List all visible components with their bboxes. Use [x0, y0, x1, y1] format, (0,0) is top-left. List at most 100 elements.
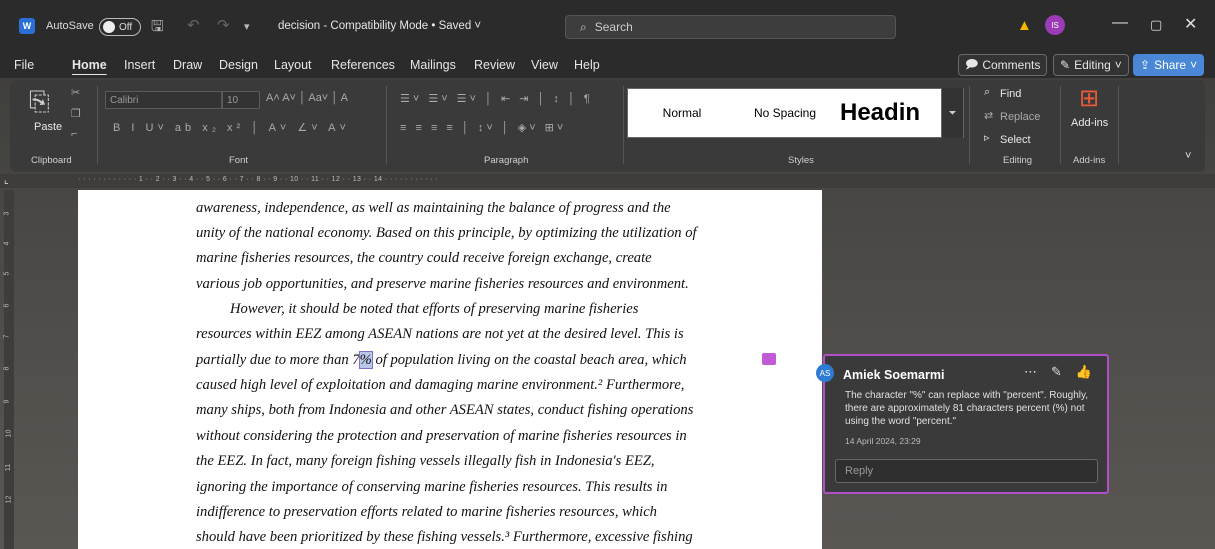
- text-after-highlight: of population living on the coastal beac…: [371, 352, 687, 368]
- menu-help[interactable]: Help: [574, 58, 600, 72]
- editing-mode-button[interactable]: ✎ Editing ˅: [1053, 54, 1129, 76]
- doc-line[interactable]: awareness, independence, as well as main…: [196, 200, 716, 217]
- ruler-scale[interactable]: · · · · · · · · · · · · 1 · · 2 · · 3 · …: [78, 176, 823, 186]
- font-name-value: Calibri: [110, 94, 139, 106]
- collapse-ribbon-icon[interactable]: ˅: [1185, 150, 1191, 162]
- doc-line[interactable]: indifference to preservation efforts rel…: [196, 504, 716, 521]
- like-icon[interactable]: 👍: [1076, 364, 1092, 380]
- vruler-mark: 5: [3, 271, 11, 276]
- editing-label: Editing: [1074, 58, 1111, 72]
- paste-icon[interactable]: ⎘: [29, 86, 50, 118]
- document-title[interactable]: decision - Compatibility Mode • Saved ˅: [278, 20, 481, 32]
- addins-icon[interactable]: ⊞: [1079, 84, 1099, 113]
- vruler-mark: 6: [3, 303, 11, 308]
- word-logo-icon: W: [19, 18, 35, 34]
- paste-label[interactable]: Paste: [34, 121, 62, 133]
- tab-selector-icon[interactable]: ⌞: [4, 175, 9, 186]
- doc-line[interactable]: should have been prioritized by these fi…: [196, 529, 716, 546]
- menu-view[interactable]: View: [531, 58, 558, 72]
- vruler-mark: 8: [3, 366, 11, 371]
- title-bar: W AutoSave Off 🖫 ↶ ↷ ▾ decision - Compat…: [0, 0, 1215, 52]
- ribbon-divider: [1060, 86, 1061, 164]
- style-no-spacing[interactable]: No Spacing: [736, 89, 834, 137]
- vruler-mark: 9: [3, 399, 11, 404]
- save-icon[interactable]: 🖫: [151, 16, 164, 41]
- doc-line[interactable]: ignoring the importance of conserving ma…: [196, 479, 716, 496]
- addins-button[interactable]: Add-ins: [1071, 117, 1108, 129]
- share-label: Share: [1154, 58, 1187, 72]
- menu-review[interactable]: Review: [474, 58, 515, 72]
- font-format-icons[interactable]: B I U˅ ab x₂ x² │ A˅ ∠˅ A˅: [113, 121, 350, 134]
- replace-icon: ⇄: [984, 110, 994, 122]
- menu-draw[interactable]: Draw: [173, 58, 202, 72]
- doc-line[interactable]: the EEZ. In fact, many foreign fishing v…: [196, 453, 716, 470]
- menu-design[interactable]: Design: [219, 58, 258, 72]
- minimize-icon[interactable]: —: [1112, 14, 1128, 32]
- vruler-mark: 12: [5, 495, 13, 504]
- menu-file[interactable]: File: [14, 58, 34, 72]
- restore-icon[interactable]: ▢: [1150, 17, 1162, 33]
- menu-mailings[interactable]: Mailings: [410, 58, 456, 72]
- doc-line[interactable]: caused high level of exploitation and da…: [196, 377, 716, 394]
- ribbon-divider: [969, 86, 970, 164]
- font-size-value: 10: [227, 94, 239, 106]
- vertical-ruler: 3 4 5 6 7 8 9 10 11 12: [3, 190, 14, 549]
- paragraph-group-label: Paragraph: [484, 155, 529, 166]
- document-page[interactable]: awareness, independence, as well as main…: [78, 190, 822, 549]
- find-icon: ⌕: [984, 86, 991, 98]
- comment-author-avatar: AS: [816, 364, 834, 382]
- redo-icon[interactable]: ↷: [217, 16, 230, 34]
- edit-pencil-icon[interactable]: ✎: [1051, 364, 1062, 380]
- select-button[interactable]: Select: [1000, 134, 1031, 146]
- replace-button[interactable]: Replace: [1000, 111, 1040, 123]
- share-button[interactable]: ⇪ Share ˅: [1133, 54, 1205, 76]
- font-size-combo[interactable]: 10: [222, 91, 260, 109]
- font-name-combo[interactable]: Calibri: [105, 91, 222, 109]
- customize-toolbar-icon[interactable]: ▾: [244, 20, 250, 33]
- doc-line[interactable]: many ships, both from Indonesia and othe…: [196, 402, 716, 419]
- search-box[interactable]: ⌕ Search: [565, 15, 896, 39]
- user-avatar[interactable]: IS: [1045, 15, 1065, 35]
- commented-text[interactable]: %: [358, 351, 373, 369]
- menu-layout[interactable]: Layout: [274, 58, 312, 72]
- styles-more-button[interactable]: ⏷: [941, 88, 963, 138]
- doc-line[interactable]: without considering the protection and p…: [196, 428, 716, 445]
- vruler-mark: 4: [3, 241, 11, 246]
- style-heading[interactable]: Headin: [836, 89, 940, 137]
- ribbon-divider: [1118, 86, 1119, 164]
- doc-line[interactable]: marine fisheries resources, the country …: [196, 250, 716, 267]
- alignment-icons[interactable]: ≡ ≡ ≡ ≡ │ ↕˅ │ ◈˅ ⊞˅: [400, 121, 566, 134]
- comment-body: The character "%" can replace with "perc…: [845, 390, 1089, 427]
- pencil-icon: ✎: [1060, 58, 1071, 72]
- select-icon: ▹: [984, 132, 990, 144]
- comment-marker-icon[interactable]: [762, 353, 776, 365]
- style-normal[interactable]: Normal: [628, 89, 736, 137]
- menu-insert[interactable]: Insert: [124, 58, 155, 72]
- copy-icon[interactable]: ❐: [71, 107, 81, 120]
- doc-line-highlighted[interactable]: partially due to more than 7% of populat…: [196, 351, 716, 369]
- vruler-mark: 7: [3, 334, 11, 339]
- cut-icon[interactable]: ✂: [71, 86, 80, 99]
- comment-actions: ⋯ ✎ 👍: [1024, 364, 1092, 380]
- list-icons[interactable]: ☰˅ ☰˅ ☰˅ │ ⇤ ⇥ │ ↕ │ ¶: [400, 92, 593, 105]
- autosave-toggle[interactable]: Off: [99, 18, 141, 36]
- undo-icon[interactable]: ↶: [187, 16, 200, 34]
- chevron-down-icon: ˅: [1190, 58, 1198, 72]
- doc-line[interactable]: However, it should be noted that efforts…: [230, 301, 750, 318]
- grow-font-icon[interactable]: A˄ A˅ │ Aa˅ │ A: [266, 92, 348, 104]
- doc-line[interactable]: various job opportunities, and preserve …: [196, 276, 716, 293]
- comment-reply-input[interactable]: Reply: [835, 459, 1098, 483]
- vruler-mark: 10: [5, 429, 13, 438]
- find-button[interactable]: Find: [1000, 88, 1021, 100]
- menu-bar: File Home Insert Draw Design Layout Refe…: [0, 52, 1215, 78]
- doc-line[interactable]: resources within EEZ among ASEAN nations…: [196, 326, 716, 343]
- comments-button[interactable]: 🗩 Comments: [958, 54, 1048, 76]
- format-painter-icon[interactable]: ⌐: [71, 128, 77, 140]
- doc-line[interactable]: unity of the national economy. Based on …: [196, 225, 716, 242]
- more-options-icon[interactable]: ⋯: [1024, 364, 1037, 380]
- vruler-mark: 3: [3, 211, 11, 216]
- menu-home[interactable]: Home: [72, 58, 107, 72]
- warning-icon[interactable]: ▲: [1017, 17, 1032, 34]
- close-icon[interactable]: ✕: [1184, 14, 1197, 34]
- menu-references[interactable]: References: [331, 58, 395, 72]
